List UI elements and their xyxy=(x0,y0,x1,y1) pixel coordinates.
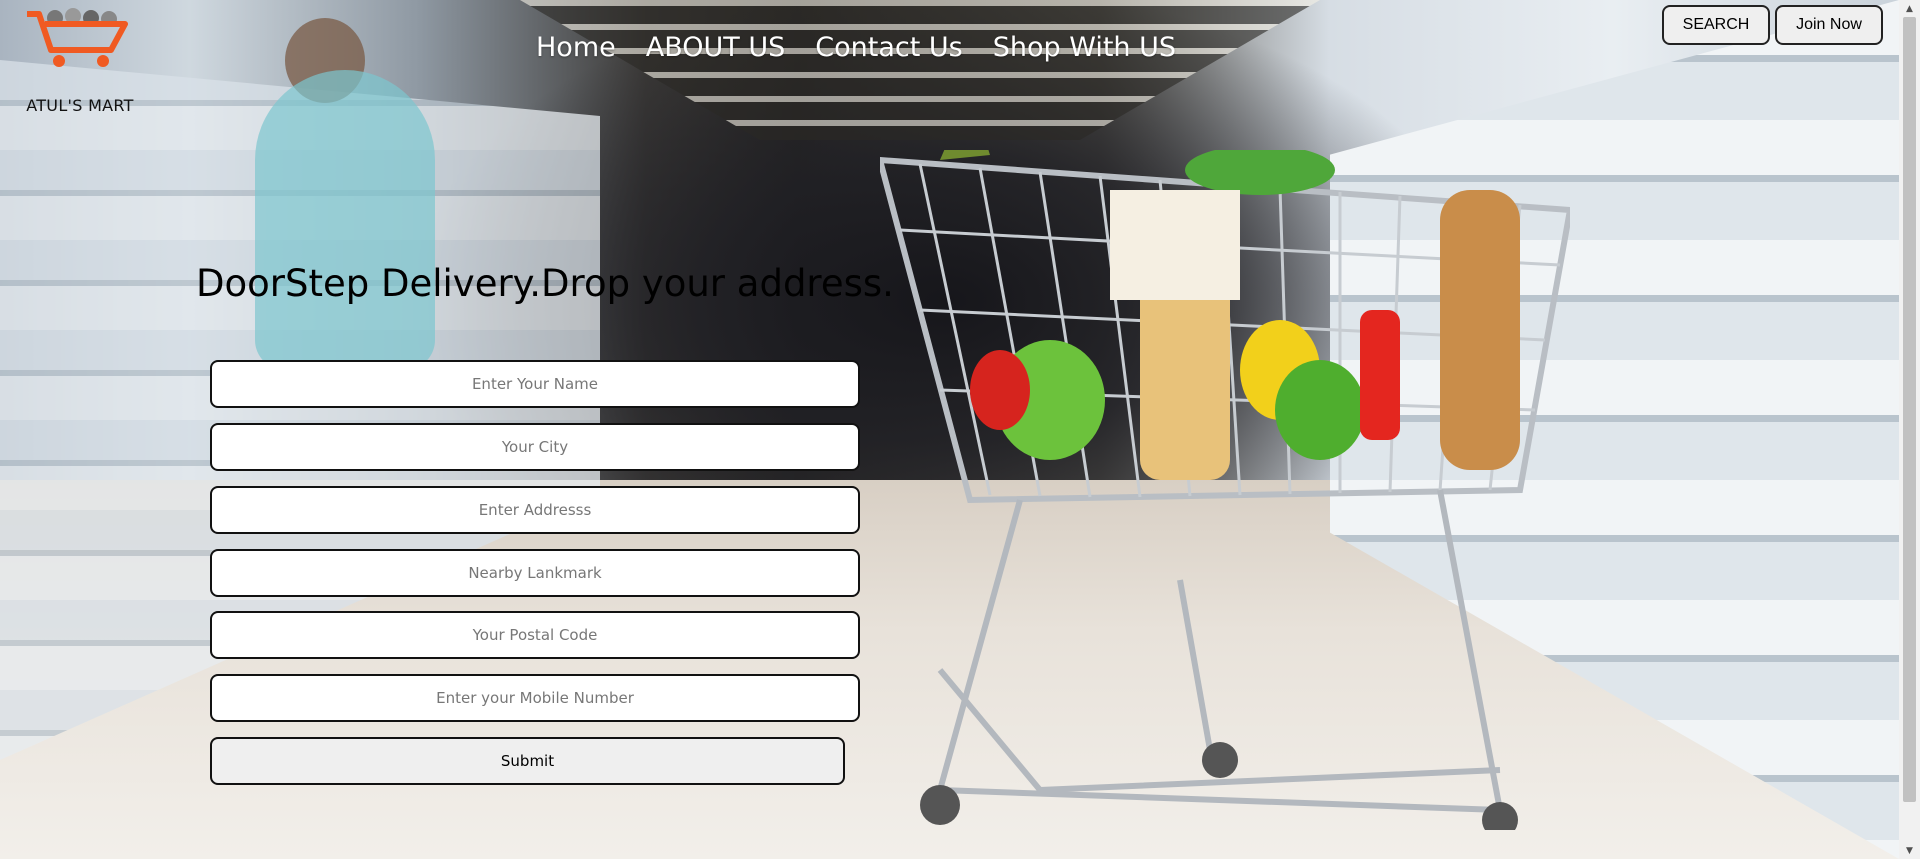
landmark-input[interactable] xyxy=(210,549,860,597)
ceiling-lights xyxy=(520,0,1320,140)
join-now-button[interactable]: Join Now xyxy=(1775,5,1883,45)
nav-link-shop-with-us[interactable]: Shop With US xyxy=(993,32,1176,63)
scrollbar-thumb[interactable] xyxy=(1903,17,1916,802)
shopping-cart-icon xyxy=(27,8,128,67)
search-button[interactable]: SEARCH xyxy=(1662,5,1770,45)
name-input[interactable] xyxy=(210,360,860,408)
postal-code-input[interactable] xyxy=(210,611,860,659)
main-nav: Home ABOUT US Contact Us Shop With US xyxy=(536,32,1176,63)
address-input[interactable] xyxy=(210,486,860,534)
nav-link-contact-us[interactable]: Contact Us xyxy=(815,32,962,63)
city-input[interactable] xyxy=(210,423,860,471)
nav-link-home[interactable]: Home xyxy=(536,32,616,63)
brand-logo[interactable]: ATUL'S MART xyxy=(20,6,140,118)
scroll-down-arrow-icon[interactable]: ▼ xyxy=(1899,842,1920,859)
shopping-cart-image xyxy=(880,150,1570,830)
vertical-scrollbar[interactable]: ▲ ▼ xyxy=(1899,0,1920,859)
submit-button[interactable]: Submit xyxy=(210,737,845,785)
shopper-figure xyxy=(255,70,435,370)
brand-name: ATUL'S MART xyxy=(26,96,134,115)
scroll-up-arrow-icon[interactable]: ▲ xyxy=(1899,0,1920,17)
mobile-number-input[interactable] xyxy=(210,674,860,722)
page-title: DoorStep Delivery.Drop your address. xyxy=(196,262,894,305)
nav-link-about-us[interactable]: ABOUT US xyxy=(646,32,786,63)
